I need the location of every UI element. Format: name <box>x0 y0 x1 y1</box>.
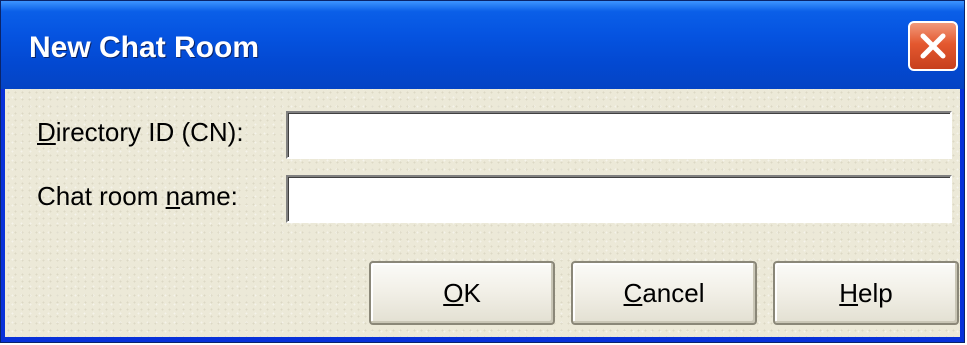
directory-id-label: Directory ID (CN): <box>37 117 244 148</box>
dialog-body: Directory ID (CN): Chat room name: OK Ca… <box>5 89 960 337</box>
title-bar[interactable]: New Chat Room <box>1 1 964 89</box>
chat-room-name-label-prefix: Chat room <box>37 181 166 211</box>
cancel-button-accelerator: C <box>623 278 643 308</box>
cancel-button[interactable]: Cancel <box>571 261 757 325</box>
window-title: New Chat Room <box>29 31 260 64</box>
help-button[interactable]: Help <box>773 261 959 325</box>
help-button-accelerator: H <box>839 278 859 308</box>
chat-room-name-label-text: ame: <box>180 181 238 211</box>
ok-button-label: K <box>463 278 481 308</box>
ok-button[interactable]: OK <box>369 261 555 325</box>
cancel-button-label: ancel <box>642 278 705 308</box>
chat-room-name-input[interactable] <box>286 175 952 223</box>
close-icon <box>920 33 946 59</box>
dialog-window: New Chat Room Directory ID (CN): Chat ro… <box>0 0 965 343</box>
close-button[interactable] <box>908 21 958 71</box>
chat-room-name-label: Chat room name: <box>37 181 238 212</box>
chat-room-name-label-accelerator: n <box>165 181 181 211</box>
directory-id-label-accelerator: D <box>37 117 56 147</box>
directory-id-input[interactable] <box>286 111 952 159</box>
directory-id-label-text: irectory ID (CN): <box>55 117 244 147</box>
ok-button-accelerator: O <box>443 278 464 308</box>
help-button-label: elp <box>858 278 893 308</box>
